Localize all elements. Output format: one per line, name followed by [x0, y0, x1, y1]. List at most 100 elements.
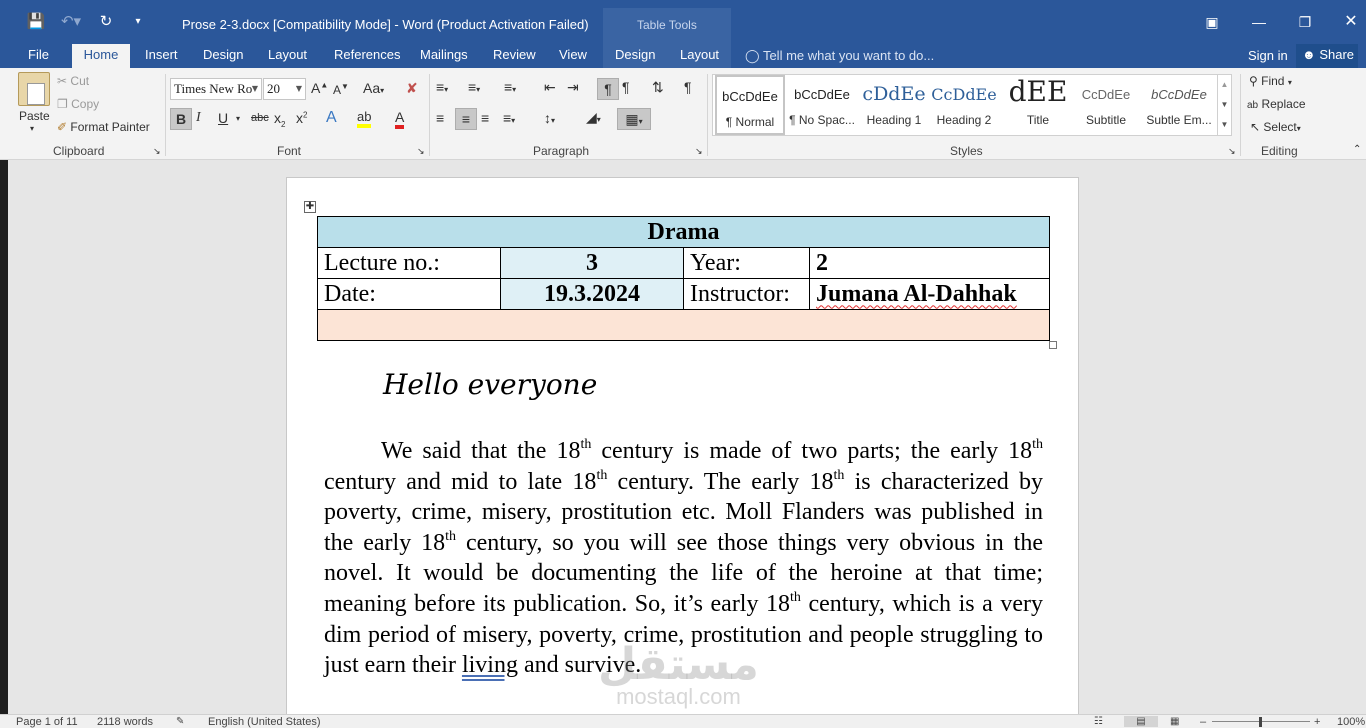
style-heading-2[interactable]: CcDdEe Heading 2 — [929, 75, 999, 135]
style-heading-1[interactable]: cDdEe Heading 1 — [859, 75, 929, 135]
zoom-in-icon[interactable]: + — [1314, 716, 1320, 728]
paste-button[interactable]: Paste — [19, 109, 50, 123]
borders-icon[interactable]: ▦▾ — [617, 108, 651, 130]
sort-icon[interactable]: ⇅ — [652, 79, 664, 96]
tab-review[interactable]: Review — [493, 44, 536, 68]
table-title-cell[interactable]: Drama — [317, 216, 1050, 248]
print-layout-icon[interactable]: ▤ — [1124, 716, 1158, 727]
lecture-label-cell[interactable]: Lecture no.: — [317, 247, 501, 279]
align-left-icon[interactable]: ≡ — [436, 110, 444, 126]
date-value-cell[interactable]: 19.3.2024 — [500, 278, 684, 310]
highlight-icon[interactable]: ab — [357, 109, 372, 128]
instructor-value-cell[interactable]: Jumana Al-Dahhak — [809, 278, 1050, 310]
ltr-direction-icon[interactable]: ¶ — [597, 78, 619, 100]
align-center-icon[interactable]: ≡ — [455, 108, 477, 130]
proofing-icon[interactable]: ✎ — [176, 716, 184, 727]
tab-table-design[interactable]: Design — [615, 44, 655, 68]
web-layout-icon[interactable]: ▦ — [1170, 716, 1179, 727]
customize-qat-icon[interactable]: ▾ — [124, 8, 152, 36]
tab-home[interactable]: Home — [72, 44, 130, 68]
format-painter-button[interactable]: ✐ Format Painter — [57, 120, 150, 134]
change-case-icon[interactable]: Aa▾ — [363, 80, 384, 96]
document-canvas[interactable]: ✚ Drama Lecture no.: 3 Year: 2 Date: 19.… — [0, 160, 1366, 728]
table-move-handle-icon[interactable]: ✚ — [304, 201, 316, 213]
styles-scroll-up-icon[interactable]: ▲ — [1217, 75, 1231, 95]
copy-button[interactable]: ❐ Copy — [57, 97, 99, 111]
font-launcher-icon[interactable]: ↘ — [417, 146, 425, 157]
share-button[interactable]: ☻ Share — [1296, 44, 1358, 68]
superscript-button[interactable]: x2 — [296, 110, 307, 126]
lecture-value-cell[interactable]: 3 — [500, 247, 684, 279]
justify-icon[interactable]: ≡▾ — [503, 110, 515, 126]
font-size-combo[interactable]: 20 ▼ — [263, 78, 306, 100]
underline-dropdown-icon[interactable]: ▾ — [236, 114, 240, 123]
show-formatting-icon[interactable]: ¶ — [684, 79, 692, 95]
style-subtitle[interactable]: CcDdEe Subtitle — [1071, 75, 1141, 135]
style-subtle-emphasis[interactable]: bCcDdEe Subtle Em... — [1143, 75, 1215, 135]
tab-design[interactable]: Design — [203, 44, 243, 68]
cut-button[interactable]: ✂ Cut — [57, 74, 89, 88]
tab-table-layout[interactable]: Layout — [680, 44, 719, 68]
empty-peach-cell[interactable] — [317, 309, 1050, 341]
paste-dropdown-icon[interactable]: ▾ — [30, 124, 34, 133]
style-title[interactable]: dEE Title — [1003, 75, 1073, 135]
lecture-info-table[interactable]: Drama Lecture no.: 3 Year: 2 Date: 19.3.… — [317, 216, 1050, 341]
styles-scroll-down-icon[interactable]: ▼ — [1217, 95, 1231, 115]
shading-icon[interactable]: ◢▾ — [586, 109, 601, 126]
tab-mailings[interactable]: Mailings — [420, 44, 468, 68]
date-label-cell[interactable]: Date: — [317, 278, 501, 310]
tab-layout[interactable]: Layout — [268, 44, 307, 68]
paragraph-launcher-icon[interactable]: ↘ — [695, 146, 703, 157]
tab-references[interactable]: References — [334, 44, 400, 68]
italic-button[interactable]: I — [196, 110, 201, 126]
line-spacing-icon[interactable]: ↕▾ — [544, 110, 555, 126]
table-resize-handle[interactable] — [1049, 341, 1057, 349]
styles-more-icon[interactable]: ▼ — [1217, 115, 1231, 135]
read-mode-icon[interactable]: ☷ — [1094, 716, 1103, 727]
tab-file[interactable]: File — [28, 44, 49, 68]
clear-formatting-icon[interactable]: ✘ — [406, 80, 418, 97]
align-right-icon[interactable]: ≡ — [481, 110, 489, 126]
bold-button[interactable]: B — [170, 108, 192, 130]
collapse-ribbon-icon[interactable]: ⌃ — [1353, 144, 1361, 155]
zoom-level[interactable]: 100% — [1337, 716, 1365, 728]
paste-icon[interactable] — [18, 72, 50, 106]
tell-me-box[interactable]: ◯ Tell me what you want to do... — [745, 48, 934, 64]
instructor-label-cell[interactable]: Instructor: — [683, 278, 810, 310]
page-count[interactable]: Page 1 of 11 — [16, 716, 78, 728]
increase-indent-icon[interactable]: ⇥ — [567, 79, 579, 96]
bullets-icon[interactable]: ≡▾ — [436, 79, 448, 95]
font-name-combo[interactable]: Times New Ro ▼ — [170, 78, 262, 100]
year-value-cell[interactable]: 2 — [809, 247, 1050, 279]
rtl-direction-icon[interactable]: ¶ — [622, 79, 630, 95]
tab-insert[interactable]: Insert — [145, 44, 178, 68]
find-button[interactable]: ⚲ Find ▾ — [1249, 74, 1292, 88]
language-indicator[interactable]: English (United States) — [208, 716, 321, 728]
style-normal[interactable]: bCcDdEe ¶ Normal — [715, 75, 785, 135]
zoom-out-icon[interactable]: – — [1200, 716, 1206, 728]
shrink-font-icon[interactable]: A▼ — [333, 82, 349, 97]
select-button[interactable]: ↖ Select▾ — [1250, 120, 1301, 134]
replace-button[interactable]: ab Replace — [1247, 97, 1306, 111]
redo-icon[interactable]: ↻ — [92, 8, 120, 36]
strikethrough-button[interactable]: abc — [251, 112, 269, 124]
clipboard-launcher-icon[interactable]: ↘ — [153, 146, 161, 157]
text-effects-icon[interactable]: A — [326, 109, 337, 127]
numbering-icon[interactable]: ≡▾ — [468, 79, 480, 95]
multilevel-list-icon[interactable]: ≡▾ — [504, 79, 516, 95]
undo-icon[interactable]: ↶▾ — [54, 8, 88, 36]
restore-icon[interactable]: ❐ — [1293, 10, 1317, 34]
word-count[interactable]: 2118 words — [97, 716, 153, 728]
zoom-slider-thumb[interactable] — [1259, 717, 1262, 727]
year-label-cell[interactable]: Year: — [683, 247, 810, 279]
save-icon[interactable]: 💾 — [22, 8, 50, 36]
subscript-button[interactable]: x2 — [274, 110, 285, 129]
underline-button[interactable]: U — [218, 110, 228, 126]
decrease-indent-icon[interactable]: ⇤ — [544, 79, 556, 96]
tab-view[interactable]: View — [559, 44, 587, 68]
style-no-spacing[interactable]: bCcDdEe ¶ No Spac... — [787, 75, 857, 135]
sign-in-link[interactable]: Sign in — [1248, 48, 1288, 63]
font-color-icon[interactable]: A — [395, 109, 405, 129]
grow-font-icon[interactable]: A▲ — [311, 80, 328, 96]
ribbon-display-options-icon[interactable]: ▣ — [1200, 10, 1224, 34]
